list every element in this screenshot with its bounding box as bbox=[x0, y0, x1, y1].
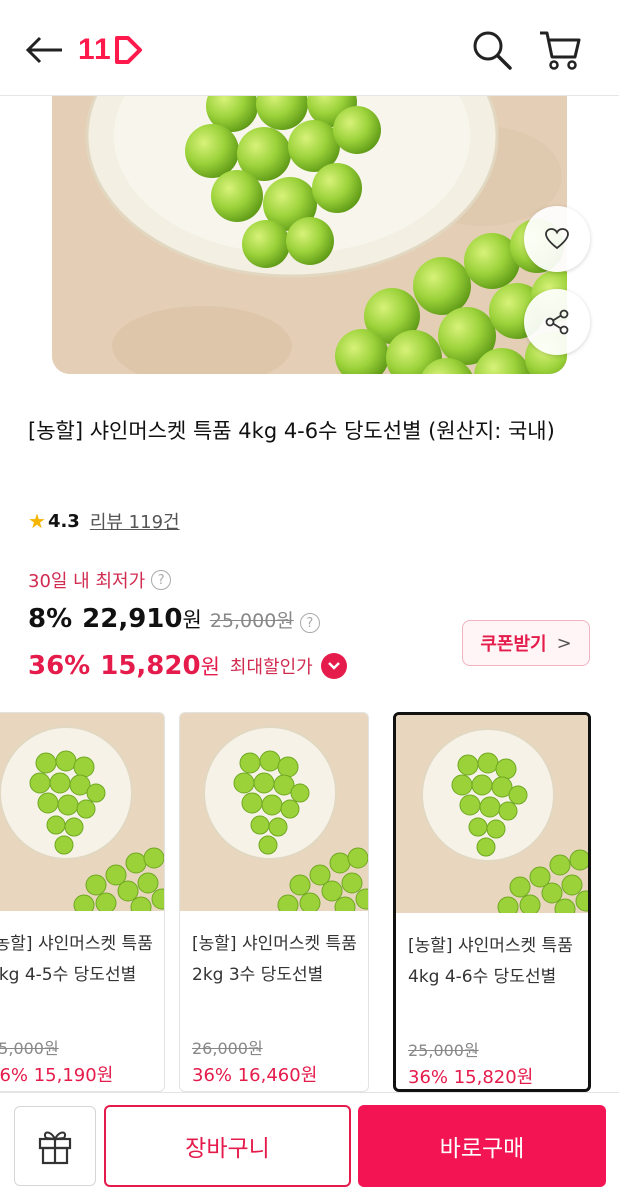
review-count-link[interactable]: 리뷰 119건 bbox=[90, 508, 180, 534]
share-icon bbox=[545, 309, 569, 335]
lowest-price-text: 30일 내 최저가 bbox=[28, 571, 146, 592]
logo-mark-icon bbox=[114, 36, 142, 64]
max-discount-label: 최대할인가 bbox=[229, 657, 313, 678]
coupon-label: 쿠폰받기 bbox=[480, 634, 547, 655]
option-card[interactable]: [농할] 샤인머스켓 특품 2kg 4-5수 당도선별 25,000원 36% … bbox=[0, 712, 165, 1092]
option-price: 36% 15,820원 bbox=[408, 1067, 534, 1088]
option-name: [농할] 샤인머스켓 특품 2kg 3수 당도선별 bbox=[192, 934, 357, 985]
rating-row: ★ 4.3 리뷰 119건 bbox=[28, 506, 180, 536]
top-header: 11 bbox=[0, 0, 619, 96]
option-original-price: 25,000원 bbox=[0, 1039, 59, 1058]
chevron-down-icon[interactable] bbox=[320, 653, 347, 679]
sale-price-unit: 원 bbox=[182, 608, 202, 632]
search-button[interactable] bbox=[468, 28, 516, 72]
star-icon: ★ bbox=[28, 509, 46, 533]
buy-now-button[interactable]: 바로구매 bbox=[358, 1105, 606, 1187]
help-icon[interactable]: ? bbox=[151, 570, 172, 590]
max-discount-rate: 36% bbox=[28, 651, 91, 681]
option-carousel[interactable]: [농할] 샤인머스켓 특품 2kg 4-5수 당도선별 25,000원 36% … bbox=[0, 712, 619, 1092]
cart-button[interactable] bbox=[534, 26, 586, 74]
option-thumbnail bbox=[0, 713, 164, 918]
lowest-price-label: 30일 내 최저가 ? bbox=[28, 567, 172, 593]
back-button[interactable] bbox=[22, 30, 66, 70]
option-price: 36% 15,190원 bbox=[0, 1065, 114, 1086]
option-thumbnail bbox=[396, 715, 588, 920]
product-title: [농할] 샤인머스켓 특품 4kg 4-6수 당도선별 (원산지: 국내) bbox=[28, 419, 555, 443]
share-button[interactable] bbox=[524, 289, 590, 355]
add-to-cart-button[interactable]: 장바구니 bbox=[104, 1105, 351, 1187]
gift-button[interactable] bbox=[14, 1106, 96, 1186]
grape-photo bbox=[52, 96, 567, 374]
logo-text: 11 bbox=[78, 33, 112, 66]
search-icon bbox=[473, 31, 512, 70]
option-thumbnail bbox=[180, 713, 368, 918]
max-discount-unit: 원 bbox=[200, 655, 220, 679]
site-logo[interactable]: 11 bbox=[78, 28, 144, 72]
wishlist-button[interactable] bbox=[524, 206, 590, 272]
chevron-right-icon: > bbox=[556, 632, 572, 654]
option-card-selected[interactable]: [농할] 샤인머스켓 특품 4kg 4-6수 당도선별 25,000원 36% … bbox=[393, 712, 591, 1092]
coupon-button[interactable]: 쿠폰받기 > bbox=[462, 620, 590, 666]
rating-score: 4.3 bbox=[47, 510, 80, 532]
option-name: [농할] 샤인머스켓 특품 4kg 4-6수 당도선별 bbox=[408, 936, 573, 987]
price-help-icon[interactable]: ? bbox=[299, 613, 320, 633]
product-main-image[interactable] bbox=[52, 96, 567, 374]
max-discount-amount: 15,820 bbox=[100, 651, 201, 681]
option-price: 36% 16,460원 bbox=[192, 1065, 318, 1086]
cart-icon bbox=[540, 31, 581, 70]
max-discount-row[interactable]: 36% 15,820 원 최대할인가 bbox=[28, 646, 347, 686]
option-name: [농할] 샤인머스켓 특품 2kg 4-5수 당도선별 bbox=[0, 934, 153, 985]
sale-discount-rate: 8% bbox=[28, 604, 73, 634]
original-price: 25,000원 bbox=[209, 610, 294, 632]
option-card[interactable]: [농할] 샤인머스켓 특품 2kg 3수 당도선별 26,000원 36% 16… bbox=[179, 712, 369, 1092]
arrow-left-icon bbox=[25, 36, 62, 64]
option-original-price: 25,000원 bbox=[408, 1041, 479, 1060]
sale-price-row: 8% 22,910 원 25,000원 ? bbox=[28, 604, 320, 642]
gift-icon bbox=[38, 1131, 72, 1165]
heart-icon bbox=[545, 228, 569, 250]
sale-price-amount: 22,910 bbox=[82, 604, 183, 634]
bottom-action-bar: 장바구니 바로구매 bbox=[0, 1092, 619, 1200]
option-original-price: 26,000원 bbox=[192, 1039, 263, 1058]
